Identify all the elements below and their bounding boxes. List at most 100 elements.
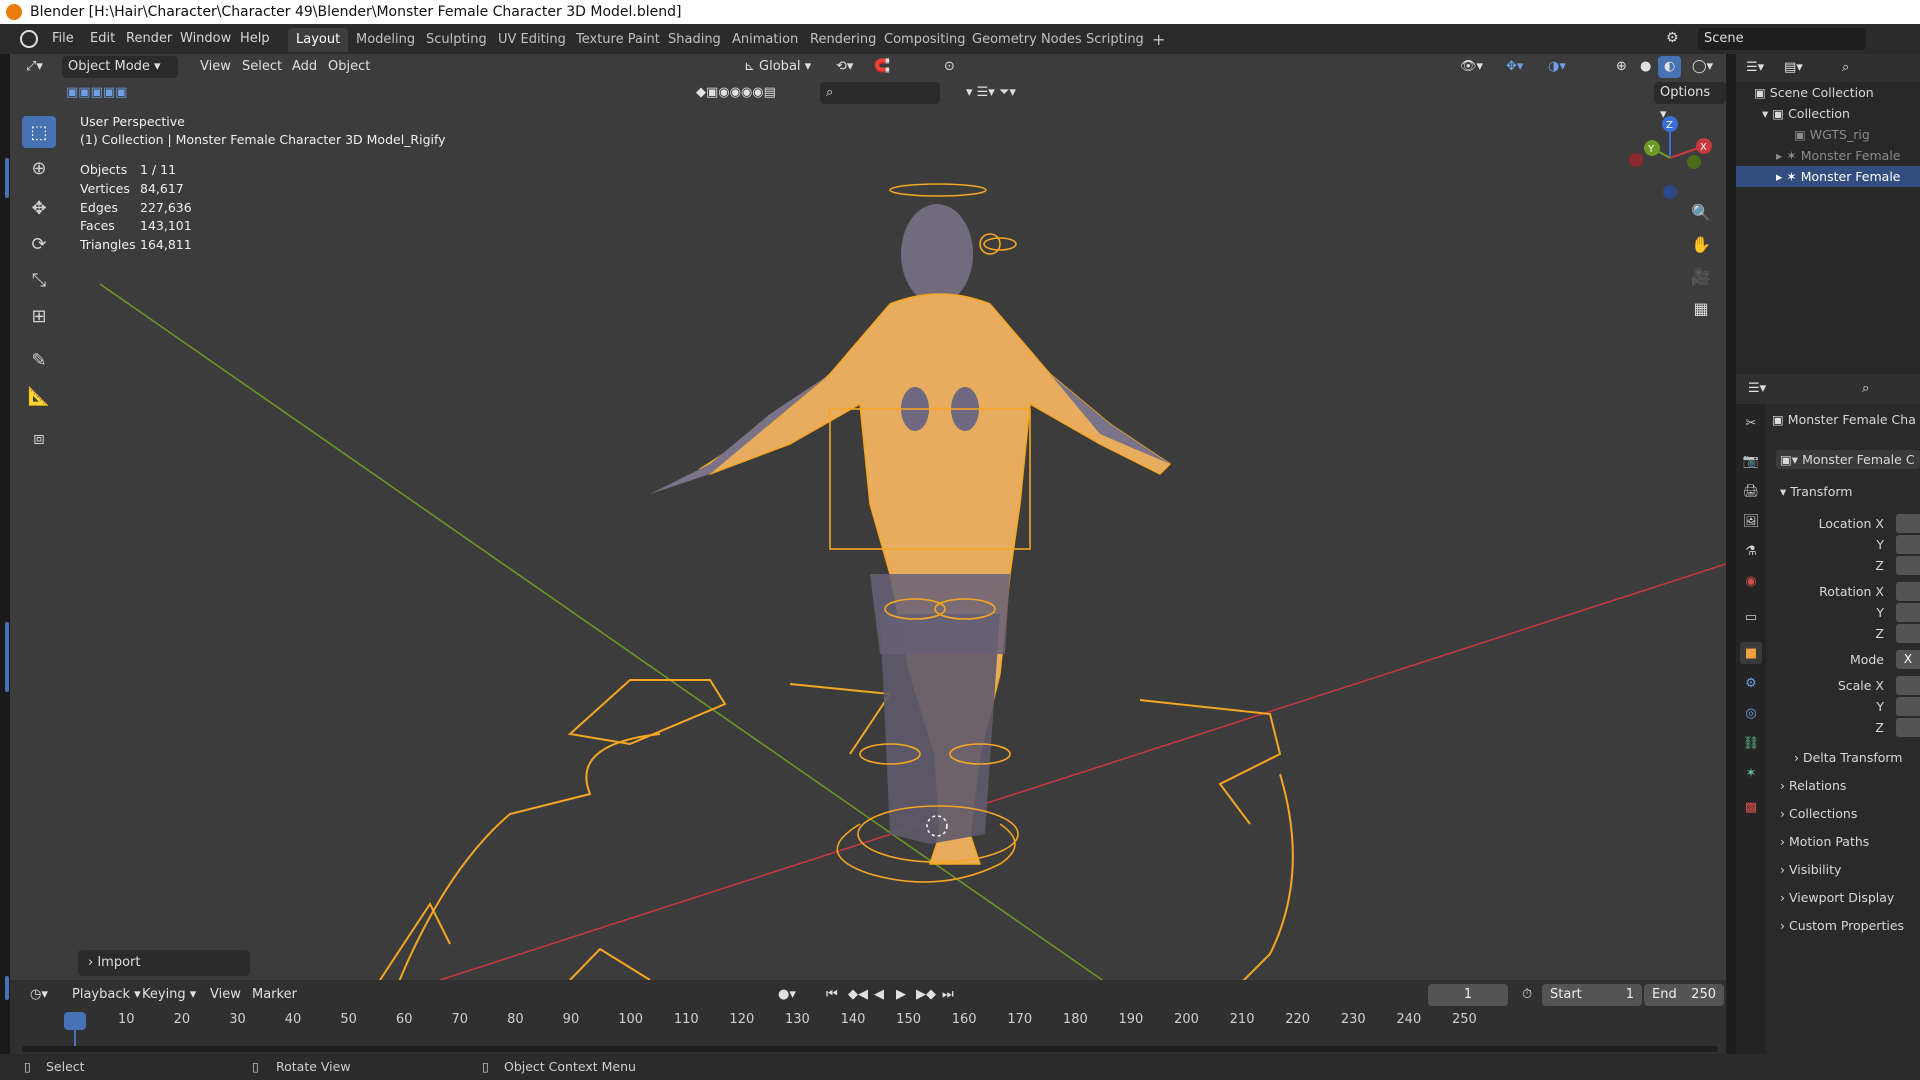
outliner-search-icon[interactable]: ⌕	[1836, 57, 1855, 79]
output-tab-icon[interactable]: 🖨	[1740, 480, 1762, 502]
tab-compositing[interactable]: Compositing	[876, 28, 974, 52]
editor-type-icon[interactable]: ⤢▾	[20, 56, 49, 78]
visibility-panel[interactable]: › Visibility	[1780, 862, 1841, 877]
select-box-tool-icon[interactable]: ⬚	[22, 116, 56, 148]
world-tab-icon[interactable]: ◉	[1740, 570, 1762, 592]
scene-tab-icon[interactable]: ⚗	[1740, 540, 1762, 562]
viewport-search-icon[interactable]: ⌕	[820, 82, 940, 104]
scale-tool-icon[interactable]: ⤡	[22, 264, 56, 296]
cursor-tool-icon[interactable]: ⊕	[22, 152, 56, 184]
add-workspace-button[interactable]: +	[1144, 28, 1173, 52]
tool-tab-icon[interactable]: ✂	[1740, 412, 1762, 434]
menu-render[interactable]: Render	[120, 29, 178, 49]
properties-search-icon[interactable]: ⌕	[1856, 378, 1875, 400]
play-icon[interactable]: ▶	[890, 984, 912, 1006]
annotate-tool-icon[interactable]: ✎	[22, 344, 56, 376]
auto-key-record-icon[interactable]: ●▾	[772, 984, 802, 1006]
add-cube-tool-icon[interactable]: ⧈	[22, 422, 56, 454]
object-datablock-field[interactable]: ▣▾ Monster Female C	[1776, 450, 1920, 469]
menu-window[interactable]: Window	[174, 29, 237, 49]
menu-help[interactable]: Help	[234, 29, 276, 49]
gizmo-toggle-icon[interactable]: ✥▾	[1500, 56, 1529, 78]
outliner-item-wgts[interactable]: ▣ WGTS_rig	[1736, 124, 1920, 145]
tab-sculpting[interactable]: Sculpting	[418, 28, 495, 52]
zoom-icon[interactable]: 🔍	[1686, 198, 1716, 226]
outliner-scene-collection[interactable]: ▣ Scene Collection	[1736, 82, 1920, 103]
transform-orientation-selector[interactable]: ⊾ Global ▾	[738, 56, 817, 78]
menu-keying[interactable]: Keying ▾	[136, 984, 202, 1006]
tab-uv-editing[interactable]: UV Editing	[490, 28, 574, 52]
solid-shading-icon[interactable]: ●	[1634, 56, 1657, 78]
collections-panel[interactable]: › Collections	[1780, 806, 1857, 821]
tab-shading[interactable]: Shading	[660, 28, 729, 52]
last-operator-panel[interactable]: › Import	[78, 950, 250, 976]
rotation-z-field[interactable]	[1896, 624, 1920, 643]
end-frame-field[interactable]: End 250	[1644, 984, 1724, 1006]
scene-selector[interactable]: Scene	[1698, 28, 1866, 50]
camera-view-icon[interactable]: 🎥	[1686, 262, 1716, 290]
blender-menu-icon[interactable]	[20, 30, 38, 48]
rotation-y-field[interactable]	[1896, 603, 1920, 622]
tab-rendering[interactable]: Rendering	[802, 28, 884, 52]
playhead[interactable]	[64, 1012, 86, 1030]
timeline-editor-icon[interactable]: ◷▾	[24, 984, 54, 1006]
menu-timeline-view[interactable]: View	[204, 984, 247, 1006]
tab-geometry-nodes[interactable]: Geometry Nodes	[964, 28, 1090, 52]
rotate-tool-icon[interactable]: ⟳	[22, 228, 56, 260]
outliner-item-monster-2[interactable]: ▸ ✶ Monster Female	[1736, 166, 1920, 187]
motion-paths-panel[interactable]: › Motion Paths	[1780, 834, 1869, 849]
collection-tab-icon[interactable]: ▭	[1740, 606, 1762, 628]
scene-icon[interactable]: ⚙	[1666, 30, 1684, 48]
delta-transform-panel[interactable]: › Delta Transform	[1794, 750, 1902, 765]
timeline-scrollbar[interactable]	[22, 1046, 1718, 1052]
render-tab-icon[interactable]: 📷	[1740, 450, 1762, 472]
measure-tool-icon[interactable]: 📐	[22, 380, 56, 412]
scale-z-field[interactable]	[1896, 718, 1920, 737]
visibility-icon[interactable]: 👁▾	[1454, 56, 1489, 78]
navigation-gizmo[interactable]: Z X Y	[1622, 110, 1718, 206]
relations-panel[interactable]: › Relations	[1780, 778, 1846, 793]
snap-icon[interactable]: 🧲	[868, 56, 896, 78]
play-reverse-icon[interactable]: ◀	[868, 984, 890, 1006]
data-tab-icon[interactable]: ✶	[1740, 762, 1762, 784]
material-shading-icon[interactable]: ◐	[1658, 56, 1682, 78]
outliner-collection[interactable]: ▾ ▣ Collection	[1736, 103, 1920, 124]
tab-animation[interactable]: Animation	[724, 28, 806, 52]
constraints-tab-icon[interactable]: ⛓	[1740, 732, 1762, 754]
jump-start-icon[interactable]: ⏮	[820, 984, 844, 1006]
pan-hand-icon[interactable]: ✋	[1686, 230, 1716, 258]
overlays-toggle-icon[interactable]: ◑▾	[1542, 56, 1572, 78]
filter-icon[interactable]: ▾ ☰▾ ⏷▾	[960, 82, 1022, 104]
object-type-filter-icon[interactable]: ◆▣◉◉◉◉▤	[690, 82, 782, 104]
custom-properties-panel[interactable]: › Custom Properties	[1780, 918, 1904, 933]
proportional-edit-icon[interactable]: ⊙	[938, 56, 961, 78]
outliner-editor-icon[interactable]: ☰▾	[1740, 57, 1770, 79]
location-y-field[interactable]	[1896, 535, 1920, 554]
display-mode-icon[interactable]: ▤▾	[1778, 57, 1809, 79]
preview-range-icon[interactable]: ⏱	[1516, 984, 1538, 1006]
object-name-field[interactable]: ▣ Monster Female Cha	[1772, 412, 1916, 427]
menu-select[interactable]: Select	[236, 56, 288, 78]
ortho-grid-icon[interactable]: ▦	[1686, 294, 1716, 322]
rotation-x-field[interactable]	[1896, 582, 1920, 601]
location-z-field[interactable]	[1896, 556, 1920, 575]
view-layer-tab-icon[interactable]: 🖼	[1740, 510, 1762, 532]
texture-tab-icon[interactable]: ▩	[1740, 796, 1762, 818]
start-frame-field[interactable]: Start 1	[1542, 984, 1642, 1006]
mode-selector[interactable]: Object Mode ▾	[62, 56, 178, 78]
location-x-field[interactable]	[1896, 514, 1920, 533]
menu-object[interactable]: Object	[322, 56, 376, 78]
modifier-tab-icon[interactable]: ⚙	[1740, 672, 1762, 694]
rotation-mode-field[interactable]: X	[1896, 650, 1920, 669]
current-frame-field[interactable]: 1	[1428, 984, 1508, 1006]
move-tool-icon[interactable]: ✥	[22, 192, 56, 224]
menu-edit[interactable]: Edit	[84, 29, 121, 49]
menu-file[interactable]: File	[46, 29, 80, 49]
outliner-item-monster-1[interactable]: ▸ ✶ Monster Female	[1736, 145, 1920, 166]
menu-view[interactable]: View	[194, 56, 237, 78]
options-dropdown[interactable]: Options ▾	[1654, 82, 1726, 122]
transform-tool-icon[interactable]: ⊞	[22, 300, 56, 332]
tab-layout[interactable]: Layout	[288, 28, 349, 52]
select-box-mode-icon[interactable]: ▣▣▣▣▣	[60, 82, 133, 104]
menu-add[interactable]: Add	[286, 56, 323, 78]
